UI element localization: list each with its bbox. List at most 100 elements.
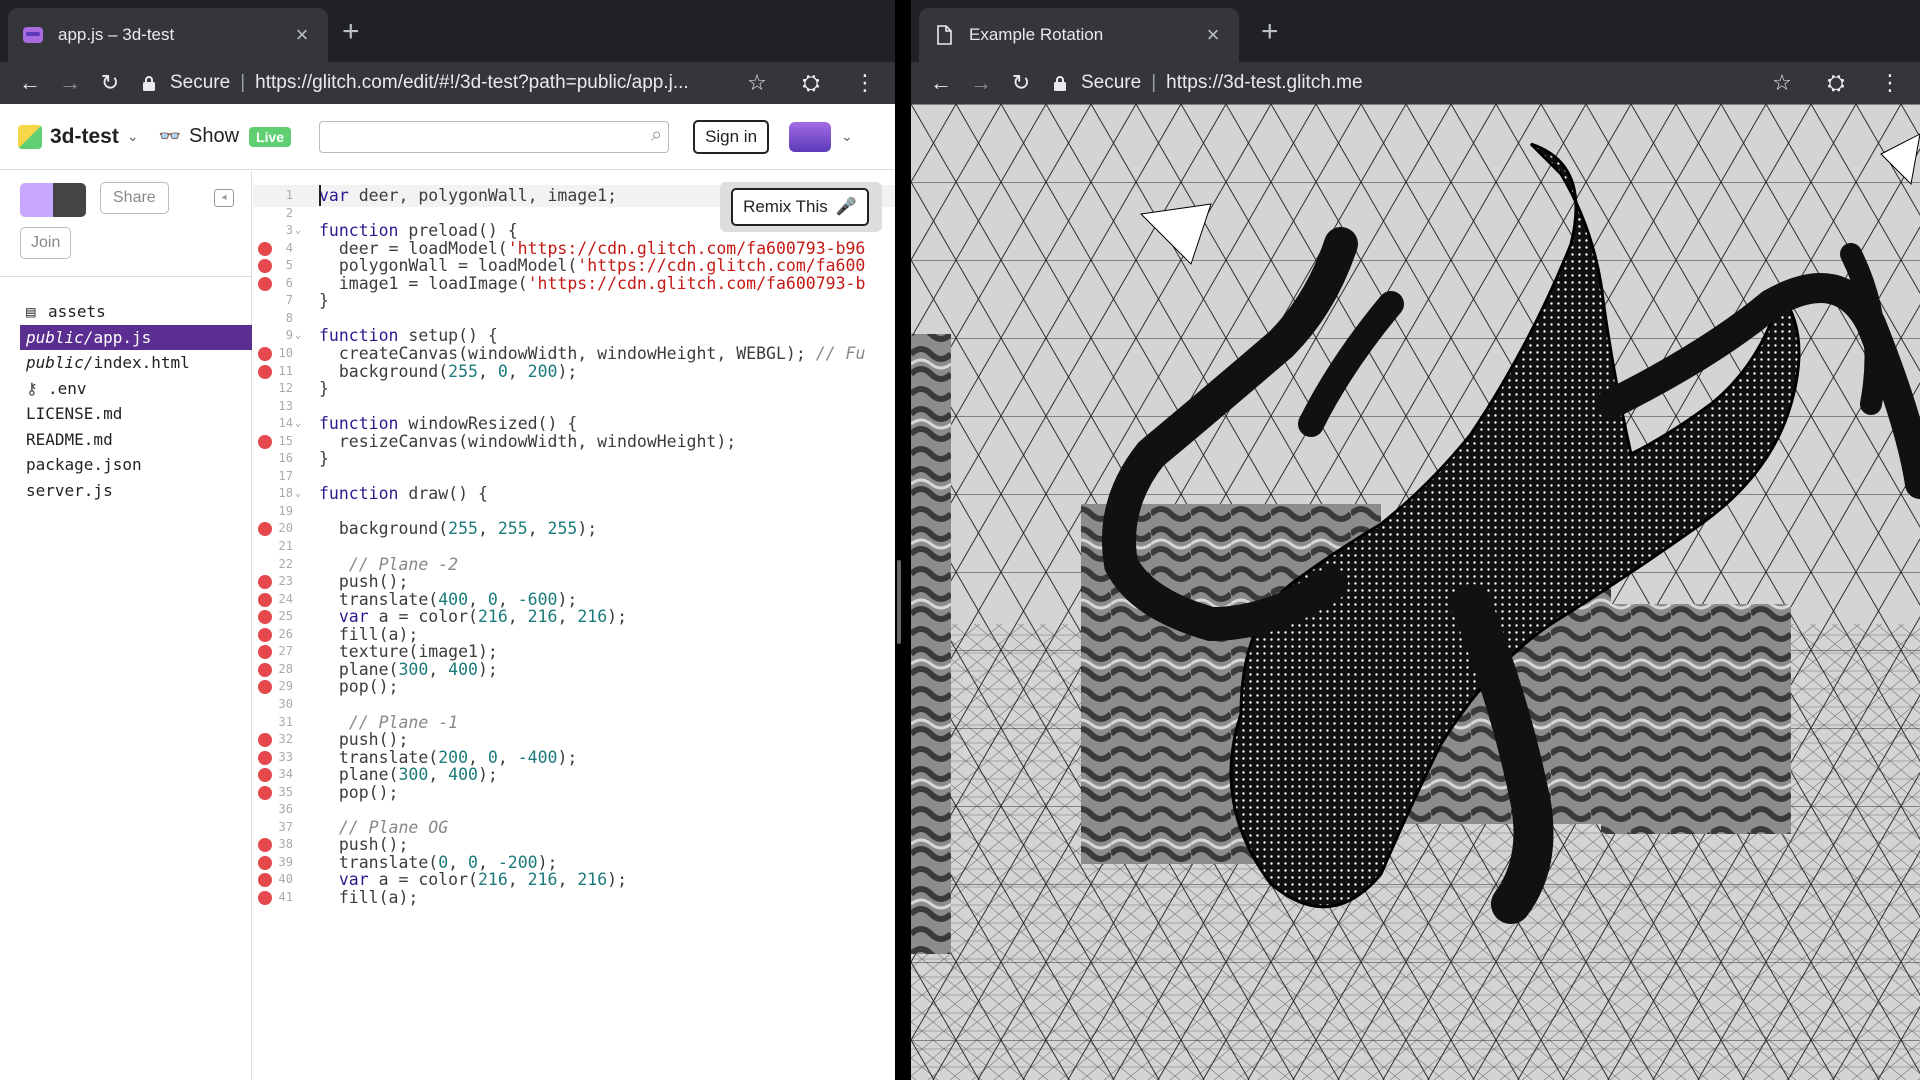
breakpoint-icon[interactable] bbox=[258, 259, 272, 274]
remix-this-button[interactable]: Remix This 🎤 bbox=[731, 188, 869, 226]
bookmark-star-icon[interactable]: ☆ bbox=[1762, 70, 1802, 96]
new-tab-icon[interactable]: + bbox=[342, 14, 360, 50]
url-separator: | bbox=[1151, 72, 1157, 93]
sidebar-divider bbox=[0, 276, 252, 277]
breakpoint-icon[interactable] bbox=[258, 768, 272, 783]
menu-kebab-icon[interactable]: ⋮ bbox=[1870, 70, 1910, 96]
breakpoint-icon[interactable] bbox=[258, 855, 272, 870]
close-tab-icon[interactable]: × bbox=[290, 22, 314, 48]
breakpoint-icon[interactable] bbox=[258, 785, 272, 800]
back-icon[interactable]: ← bbox=[921, 70, 961, 96]
code-text: fill(a); bbox=[319, 888, 419, 907]
forward-icon[interactable]: → bbox=[50, 70, 90, 96]
lock-icon bbox=[1054, 76, 1066, 91]
collapse-sidebar-icon[interactable]: ◂ bbox=[214, 189, 234, 207]
url-text[interactable]: https://3d-test.glitch.me bbox=[1166, 72, 1362, 94]
secure-label: Secure bbox=[170, 72, 231, 93]
incognito-icon[interactable]: ⛭ bbox=[791, 70, 831, 96]
lock-icon bbox=[143, 76, 155, 91]
file-item[interactable]: public/index.html bbox=[0, 350, 252, 376]
webgl-canvas[interactable] bbox=[911, 104, 1920, 1080]
breakpoint-icon[interactable] bbox=[258, 627, 272, 642]
code-editor[interactable]: 1 var deer, polygonWall, image1; 2 3 ⌄ functi… bbox=[253, 171, 895, 1080]
breakpoint-icon[interactable] bbox=[258, 873, 272, 888]
tab-strip: Example Rotation × + bbox=[911, 0, 1920, 62]
file-item[interactable]: README.md bbox=[0, 427, 252, 453]
user-avatar[interactable] bbox=[789, 121, 832, 152]
forward-icon[interactable]: → bbox=[961, 70, 1001, 96]
breakpoint-icon[interactable] bbox=[258, 610, 272, 625]
project-name[interactable]: 3d-test bbox=[50, 125, 119, 149]
file-item[interactable]: ⚷ .env bbox=[0, 376, 252, 402]
new-tab-icon[interactable]: + bbox=[1261, 14, 1279, 50]
tab-strip: app.js – 3d-test × + bbox=[0, 0, 895, 62]
file-item[interactable]: LICENSE.md bbox=[0, 401, 252, 427]
share-button[interactable]: Share bbox=[100, 182, 169, 214]
file-name: package.json bbox=[26, 455, 142, 474]
assets-icon: ▤ bbox=[26, 302, 36, 321]
breakpoint-icon[interactable] bbox=[258, 575, 272, 590]
breakpoint-icon[interactable] bbox=[258, 750, 272, 765]
project-logo-icon bbox=[18, 124, 42, 149]
breakpoint-icon[interactable] bbox=[258, 241, 272, 256]
chevron-down-icon[interactable]: ⌄ bbox=[127, 128, 139, 145]
search-icon: ⌕ bbox=[651, 124, 663, 146]
reload-icon[interactable]: ↻ bbox=[90, 70, 130, 96]
url-separator: | bbox=[240, 72, 246, 93]
back-icon[interactable]: ← bbox=[10, 70, 50, 96]
menu-kebab-icon[interactable]: ⋮ bbox=[845, 70, 885, 96]
code-line[interactable]: 41 fill(a); bbox=[253, 887, 895, 909]
live-badge: Live bbox=[249, 126, 292, 147]
scrollbar-thumb[interactable] bbox=[897, 560, 901, 644]
file-item[interactable]: public/app.js bbox=[20, 324, 252, 350]
breakpoint-icon[interactable] bbox=[258, 434, 272, 449]
breakpoint-icon[interactable] bbox=[258, 276, 272, 291]
tab-app-js[interactable]: app.js – 3d-test × bbox=[8, 8, 328, 62]
bookmark-star-icon[interactable]: ☆ bbox=[737, 70, 777, 96]
breakpoint-icon[interactable] bbox=[258, 645, 272, 660]
close-tab-icon[interactable]: × bbox=[1201, 22, 1225, 48]
file-name: README.md bbox=[26, 429, 113, 449]
file-item[interactable]: ▤ assets bbox=[0, 299, 252, 325]
search-input[interactable] bbox=[319, 120, 670, 153]
right-browser-window: Example Rotation × + ← → ↻ Secure | http… bbox=[911, 0, 1920, 1080]
secure-label: Secure bbox=[1081, 72, 1142, 93]
browser-toolbar: ← → ↻ Secure | https://glitch.com/edit/#… bbox=[0, 62, 895, 104]
key-icon: ⚷ bbox=[26, 378, 38, 398]
file-item[interactable]: server.js bbox=[0, 478, 252, 504]
breakpoint-icon[interactable] bbox=[258, 522, 272, 537]
breakpoint-icon[interactable] bbox=[258, 592, 272, 607]
sign-in-button[interactable]: Sign in bbox=[693, 119, 770, 154]
collaborator-avatars[interactable] bbox=[20, 183, 86, 217]
file-name: LICENSE.md bbox=[26, 404, 123, 423]
reload-icon[interactable]: ↻ bbox=[1001, 70, 1041, 96]
address-bar[interactable]: Secure | https://3d-test.glitch.me bbox=[1053, 72, 1752, 94]
join-button[interactable]: Join bbox=[20, 227, 72, 259]
breakpoint-icon[interactable] bbox=[258, 662, 272, 677]
chevron-down-icon[interactable]: ⌄ bbox=[841, 128, 853, 145]
file-dir: public/ bbox=[26, 327, 94, 347]
glasses-icon: 👓 bbox=[158, 126, 182, 146]
left-browser-window: app.js – 3d-test × + ← → ↻ Secure | http… bbox=[0, 0, 895, 1080]
file-sidebar: Share ◂ Join ▤ assets public/app.js public/… bbox=[0, 171, 252, 1080]
url-text[interactable]: https://glitch.com/edit/#!/3d-test?path=… bbox=[255, 72, 689, 94]
breakpoint-icon[interactable] bbox=[258, 891, 272, 905]
glitch-header: 3d-test ⌄ 👓 Show Live Sign in ⌄ bbox=[0, 104, 895, 170]
tab-title: app.js – 3d-test bbox=[58, 25, 175, 44]
show-button[interactable]: 👓 Show Live bbox=[158, 125, 292, 148]
address-bar[interactable]: Secure | https://glitch.com/edit/#!/3d-t… bbox=[142, 72, 727, 94]
breakpoint-icon[interactable] bbox=[258, 733, 272, 748]
breakpoint-icon[interactable] bbox=[258, 680, 272, 695]
tab-example-rotation[interactable]: Example Rotation × bbox=[919, 8, 1239, 62]
file-item[interactable]: package.json bbox=[0, 452, 252, 478]
breakpoint-icon[interactable] bbox=[258, 346, 272, 361]
line-number: 41 bbox=[278, 890, 293, 904]
file-name: index.html bbox=[93, 353, 190, 372]
incognito-icon[interactable]: ⛭ bbox=[1816, 70, 1856, 96]
file-name: server.js bbox=[26, 480, 113, 500]
breakpoint-icon[interactable] bbox=[258, 364, 272, 379]
microphone-icon: 🎤 bbox=[835, 197, 857, 216]
file-list: ▤ assets public/app.js public/index.html ⚷ .e… bbox=[0, 299, 252, 503]
file-name: app.js bbox=[93, 327, 152, 347]
breakpoint-icon[interactable] bbox=[258, 838, 272, 853]
